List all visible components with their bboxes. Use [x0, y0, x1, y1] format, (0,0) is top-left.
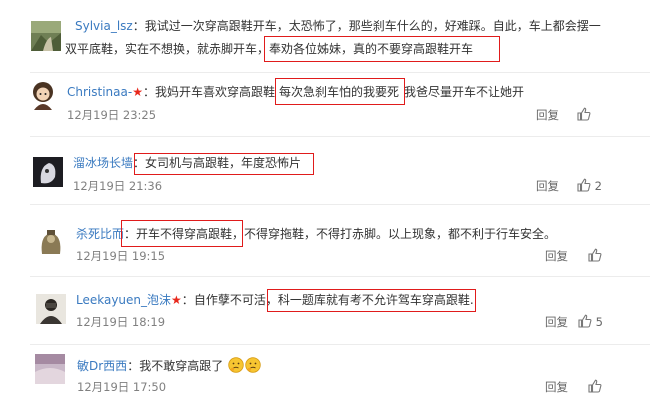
- username-link[interactable]: 敏Dr西西: [77, 359, 127, 373]
- avatar[interactable]: [33, 157, 63, 187]
- username-link[interactable]: Christinaa-: [67, 85, 132, 99]
- like-button[interactable]: [588, 248, 602, 264]
- like-count: 2: [594, 179, 602, 193]
- avatar[interactable]: [36, 294, 66, 324]
- comment-text: 我试过一次穿高跟鞋开车，太恐怖了，那些刹车什么的，好难踩。自此，车上都会摆一: [144, 19, 601, 33]
- highlight-box: [275, 78, 405, 105]
- comment-text: ，不得穿拖鞋，不得打赤脚。以上现象，都不利于行车安全。: [232, 227, 557, 241]
- username-link[interactable]: 溜冰场长墙: [73, 156, 133, 170]
- thinking-face-icon: [245, 357, 261, 373]
- like-button[interactable]: 5: [578, 314, 603, 330]
- star-icon: ★: [171, 293, 182, 307]
- star-icon: ★: [132, 85, 143, 99]
- like-button[interactable]: [588, 379, 602, 395]
- comment-6: 敏Dr西西：我不敢穿高跟了 12月19日 17:50 回复: [0, 344, 650, 400]
- avatar[interactable]: [36, 226, 66, 256]
- thumbs-up-icon: [577, 178, 591, 192]
- avatar[interactable]: [31, 21, 61, 51]
- like-button[interactable]: 2: [577, 178, 602, 194]
- username-link[interactable]: Leekayuen_泡沫: [76, 293, 171, 307]
- comment-2: Christinaa-★：我妈开车喜欢穿高跟鞋 每次急刹车怕的我要死 我爸尽量开车不…: [0, 72, 650, 136]
- comment-3: 溜冰场长墙：女司机与高跟鞋，年度恐怖片 12月19日 21:36 回复 2: [0, 136, 650, 204]
- separator: ：: [127, 359, 140, 373]
- timestamp: 12月19日 21:36: [73, 179, 163, 193]
- separator: ：: [181, 293, 194, 307]
- thumbs-up-icon: [588, 379, 602, 393]
- reply-button[interactable]: 回复: [545, 248, 568, 264]
- like-count: 5: [595, 315, 603, 329]
- highlight-box: [267, 289, 476, 312]
- timestamp: 12月19日 23:25: [67, 108, 157, 122]
- reply-button[interactable]: 回复: [536, 178, 559, 194]
- username-link[interactable]: 杀死比而: [76, 227, 124, 241]
- comment-text: 我爸尽量开车不让她开: [404, 85, 525, 99]
- reply-button[interactable]: 回复: [545, 379, 568, 395]
- thumbs-up-icon: [588, 248, 602, 262]
- thinking-face-icon: [228, 357, 244, 373]
- timestamp: 12月19日 18:19: [76, 315, 166, 329]
- comment-text: 我妈开车喜欢穿高跟鞋: [154, 85, 275, 99]
- reply-button[interactable]: 回复: [536, 107, 559, 123]
- username-link[interactable]: Sylvia_lsz: [75, 19, 133, 33]
- comment-4: 杀死比而：开车不得穿高跟鞋，不得穿拖鞋，不得打赤脚。以上现象，都不利于行车安全。…: [0, 204, 650, 276]
- like-button[interactable]: [577, 107, 591, 123]
- avatar[interactable]: [35, 354, 65, 384]
- comment-1: Sylvia_lsz：我试过一次穿高跟鞋开车，太恐怖了，那些刹车什么的，好难踩。…: [0, 0, 650, 72]
- timestamp: 12月19日 19:15: [76, 249, 166, 263]
- thumbs-up-icon: [578, 314, 592, 328]
- highlight-box: [134, 153, 314, 175]
- timestamp: 12月19日 17:50: [77, 380, 167, 394]
- comment-5: Leekayuen_泡沫★：自作孽不可活，科一题库就有考不允许驾车穿高跟鞋. 1…: [0, 276, 650, 344]
- highlight-box: [121, 220, 243, 247]
- comment-text-line: 敏Dr西西：我不敢穿高跟了: [77, 357, 261, 375]
- comment-text: 自作孽不可活: [193, 293, 266, 307]
- thumbs-up-icon: [577, 107, 591, 121]
- separator: ：: [142, 85, 155, 99]
- comment-text-line-1: Sylvia_lsz：我试过一次穿高跟鞋开车，太恐怖了，那些刹车什么的，好难踩。…: [75, 17, 601, 35]
- comment-text: 我不敢穿高跟了: [139, 359, 224, 373]
- comment-text: 双平底鞋，实在不想换，就赤脚开车: [65, 42, 258, 56]
- separator: ：: [132, 19, 145, 33]
- highlight-box: [264, 36, 500, 62]
- avatar[interactable]: [28, 80, 58, 110]
- reply-button[interactable]: 回复: [545, 314, 568, 330]
